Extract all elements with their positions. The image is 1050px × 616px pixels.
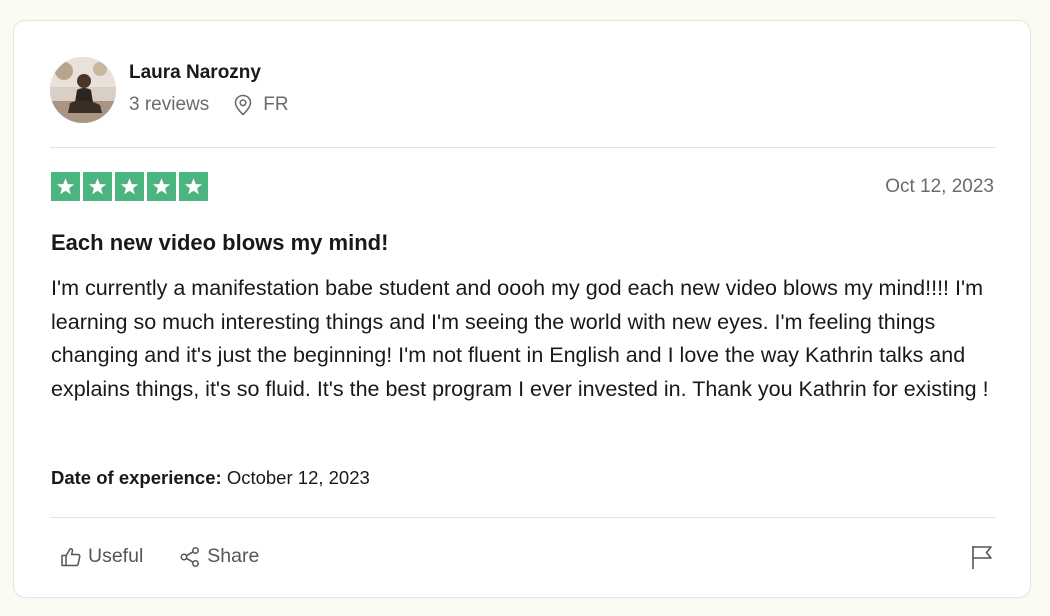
star-icon xyxy=(51,172,80,201)
review-actions: Useful Share xyxy=(60,545,259,568)
share-label: Share xyxy=(207,545,260,567)
review-card: Laura Narozny 3 reviews FR Oct 12, 2023 … xyxy=(13,20,1031,598)
header-divider xyxy=(50,147,996,148)
share-icon xyxy=(180,546,200,567)
avatar[interactable] xyxy=(50,57,116,123)
thumbs-up-icon xyxy=(61,547,81,566)
review-title[interactable]: Each new video blows my mind! xyxy=(51,230,388,256)
location-pin-icon xyxy=(233,94,253,116)
reviewer-name[interactable]: Laura Narozny xyxy=(129,62,261,84)
footer-divider xyxy=(50,517,996,518)
star-icon xyxy=(83,172,112,201)
useful-label: Useful xyxy=(88,545,144,567)
star-icon xyxy=(115,172,144,201)
date-of-experience: Date of experience: October 12, 2023 xyxy=(51,467,370,489)
reviews-count: 3 reviews xyxy=(129,94,210,115)
review-date: Oct 12, 2023 xyxy=(885,176,994,197)
flag-icon xyxy=(972,546,992,569)
review-body: I'm currently a manifestation babe stude… xyxy=(51,276,989,401)
experience-label: Date of experience: xyxy=(51,467,222,488)
avatar-photo xyxy=(50,57,116,123)
star-icon xyxy=(179,172,208,201)
experience-date: October 12, 2023 xyxy=(226,467,370,488)
reviewer-location: FR xyxy=(263,94,289,115)
report-flag-button[interactable] xyxy=(970,544,994,570)
star-rating xyxy=(51,172,208,201)
share-button[interactable]: Share xyxy=(179,545,259,568)
reviewer-meta: 3 reviews FR xyxy=(129,94,289,116)
useful-button[interactable]: Useful xyxy=(60,545,143,568)
star-icon xyxy=(147,172,176,201)
